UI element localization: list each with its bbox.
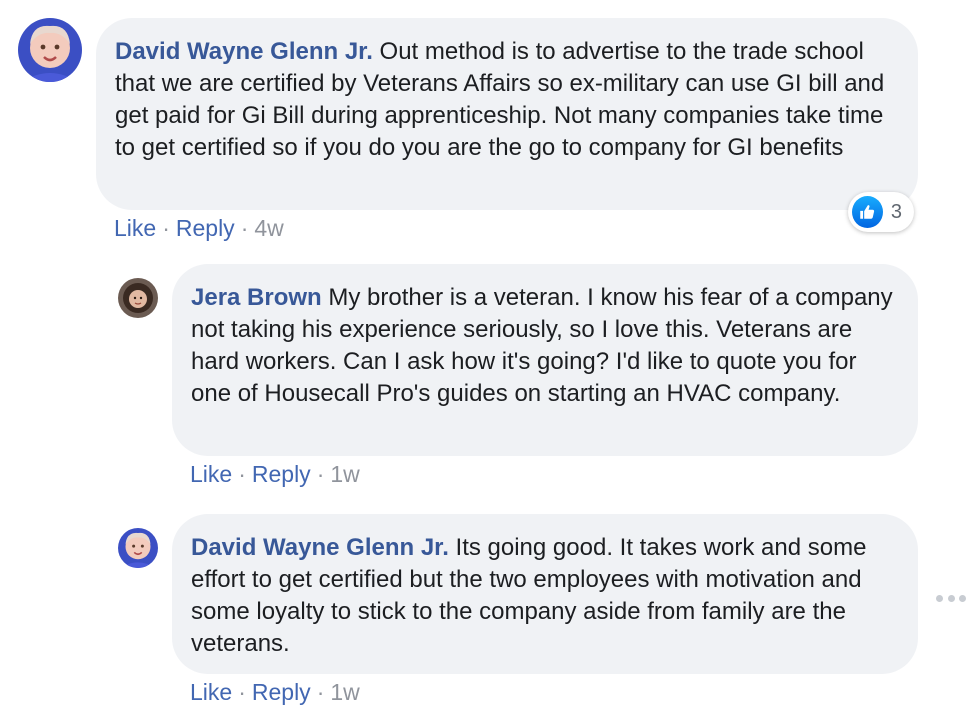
- more-options-icon[interactable]: [936, 590, 966, 606]
- reaction-count: 3: [890, 200, 902, 223]
- comment-actions: Like · Reply · 1w: [190, 460, 360, 488]
- separator: ·: [162, 215, 170, 241]
- comment-bubble: Jera Brown My brother is a veteran. I kn…: [172, 264, 918, 456]
- comment-author[interactable]: David Wayne Glenn Jr.: [191, 534, 449, 561]
- comment-author[interactable]: David Wayne Glenn Jr.: [115, 38, 373, 65]
- reaction-summary[interactable]: 3: [848, 192, 914, 232]
- dot: [947, 594, 955, 602]
- comment-timestamp[interactable]: 1w: [330, 679, 359, 705]
- comment-bubble: David Wayne Glenn Jr. Out method is to a…: [96, 18, 918, 210]
- dot: [936, 594, 943, 602]
- avatar[interactable]: [18, 18, 82, 82]
- separator: ·: [238, 461, 246, 487]
- reply-button[interactable]: Reply: [176, 215, 235, 241]
- comment-actions: Like · Reply · 1w: [190, 678, 360, 706]
- dot: [959, 594, 966, 602]
- reply-button[interactable]: Reply: [252, 461, 311, 487]
- separator: ·: [316, 679, 325, 705]
- avatar-child-photo-icon: [18, 18, 82, 82]
- comment-timestamp[interactable]: 1w: [330, 461, 359, 487]
- comment-author[interactable]: Jera Brown: [191, 284, 322, 311]
- reply-button[interactable]: Reply: [252, 679, 311, 705]
- like-button[interactable]: Like: [114, 215, 156, 241]
- comment-bubble: David Wayne Glenn Jr. Its going good. It…: [172, 514, 918, 674]
- avatar[interactable]: [118, 278, 158, 318]
- comment-timestamp[interactable]: 4w: [254, 215, 283, 241]
- avatar[interactable]: [118, 528, 158, 568]
- separator: ·: [316, 461, 325, 487]
- avatar-woman-photo-icon: [118, 278, 158, 318]
- separator: ·: [240, 215, 249, 241]
- like-thumbs-up-icon: [852, 196, 883, 228]
- separator: ·: [238, 679, 246, 705]
- like-button[interactable]: Like: [190, 679, 232, 705]
- like-button[interactable]: Like: [190, 461, 232, 487]
- comment-actions: Like · Reply · 4w: [114, 214, 284, 242]
- avatar-child-photo-icon: [118, 528, 158, 568]
